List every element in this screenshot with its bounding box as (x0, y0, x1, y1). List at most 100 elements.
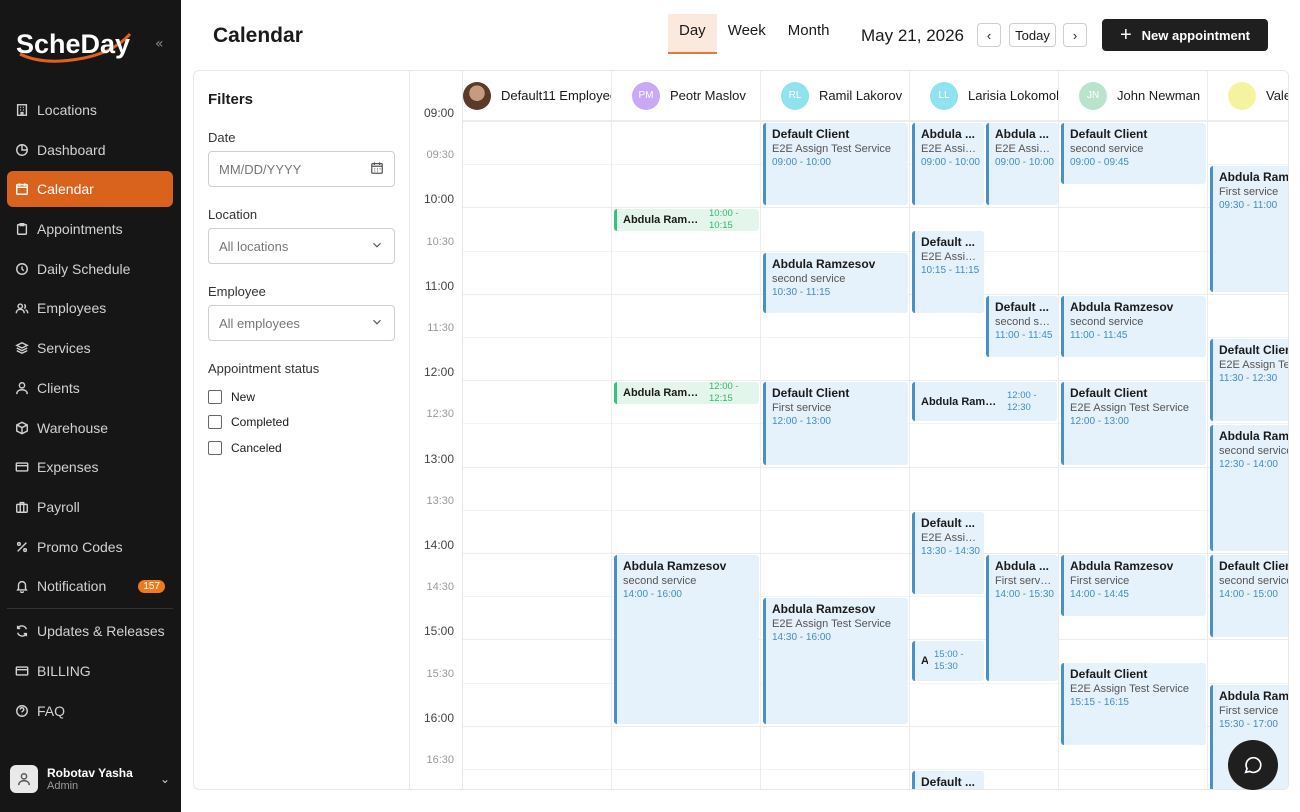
appointment-service: second service (1219, 445, 1289, 458)
tab-month[interactable]: Month (777, 14, 841, 54)
sidebar-item-expenses[interactable]: Expenses (7, 449, 173, 485)
appointment-service: E2E Assig... (921, 143, 978, 155)
appointment-card[interactable]: Abdula Ramzesov second service 10:30 - 11:… (763, 252, 908, 314)
user-menu[interactable]: Robotav Yasha Admin ⌄ (10, 762, 170, 796)
sidebar-item-faq[interactable]: FAQ (7, 693, 173, 729)
grid-line (1208, 639, 1288, 641)
grid-line (761, 466, 909, 468)
sidebar-item-notification[interactable]: Notification 157 (7, 568, 173, 604)
sidebar-item-calendar[interactable]: Calendar (7, 171, 173, 208)
grid-line (463, 250, 611, 252)
appointment-card[interactable]: Abdula Ramzesov second service 14:00 - 16:… (614, 555, 759, 724)
status-completed-checkbox[interactable]: Completed (208, 410, 395, 436)
appointment-client: Abdula ... (921, 127, 975, 141)
appointment-client: Default ... (921, 235, 976, 249)
employee-header[interactable]: JN John Newman (1059, 71, 1207, 121)
employee-value: All employees (219, 315, 300, 331)
employee-header[interactable]: RL Ramil Lakorov (761, 71, 909, 121)
sidebar-item-locations[interactable]: Locations (7, 92, 173, 128)
appointment-card[interactable]: Default ... second se... 11:00 - 11:45 (986, 295, 1058, 357)
appointment-card[interactable]: Abd... 15:00 - 15:30 (912, 641, 984, 681)
appointment-card[interactable]: Default Client E2E Assign Test Service 09:… (763, 123, 908, 206)
sidebar-item-billing[interactable]: BILLING (7, 653, 173, 689)
sidebar-item-services[interactable]: Services (7, 330, 173, 366)
grid-line (612, 164, 760, 166)
appointment-card[interactable]: Default Clien second service 14:00 - 15:00 (1210, 555, 1289, 638)
briefcase-icon (15, 500, 29, 514)
appointment-card[interactable]: Default Client E2E Assign Test Service 12:… (1061, 382, 1206, 465)
appointment-card[interactable]: Default Client second service 09:00 - 09:4… (1061, 123, 1206, 184)
date-filter-input[interactable]: MM/DD/YYYY (208, 151, 395, 187)
appointment-client: Default Clien (1219, 559, 1289, 573)
appointment-card[interactable]: Abdula Ramze... 10:00 - 10:15 (614, 209, 759, 232)
checkbox[interactable] (208, 415, 222, 430)
appointment-card[interactable]: Abdula Ramzesov second service 11:00 - 11:… (1061, 295, 1206, 357)
sidebar-item-updates-releases[interactable]: Updates & Releases (7, 613, 173, 649)
employee-header[interactable]: Valerii (1208, 71, 1288, 121)
chat-button[interactable] (1228, 740, 1278, 790)
employee-column[interactable]: Valerii Abdula RamzFirst service09:30 - 1… (1208, 71, 1289, 789)
chevron-down-icon[interactable]: ⌄ (160, 772, 170, 786)
appointment-time: 12:30 - 14:00 (1219, 459, 1278, 471)
appointment-time: 15:15 - 16:15 (1070, 697, 1129, 708)
grid-line (1059, 769, 1207, 770)
appointment-card[interactable]: Default ...second se...16:30 - 17:00 (912, 771, 984, 789)
chevron-right-icon: › (1072, 27, 1078, 43)
appointment-card[interactable]: Default ... E2E Assig... 13:30 - 14:30 (912, 511, 984, 595)
employee-header[interactable]: PM Peotr Maslov (612, 71, 760, 121)
location-select[interactable]: All locations (208, 228, 395, 264)
sidebar-item-daily-schedule[interactable]: Daily Schedule (7, 251, 173, 287)
tab-week[interactable]: Week (717, 14, 777, 54)
grid-line (612, 250, 760, 252)
next-day-button[interactable]: › (1063, 23, 1087, 47)
status-new-checkbox[interactable]: New (208, 384, 395, 410)
employee-column[interactable]: Default11 Employee (463, 71, 612, 789)
appointment-card[interactable]: Abdula ... First service 14:00 - 15:30 (986, 555, 1058, 681)
new-appointment-button[interactable]: + New appointment (1102, 19, 1268, 51)
filters-panel: Filters Date MM/DD/YYYY Location All loc… (194, 71, 410, 789)
prev-day-button[interactable]: ‹ (977, 23, 1001, 47)
sidebar: ScheDay « Locations Dashboard Calendar Appo… (0, 0, 181, 812)
today-button[interactable]: Today (1009, 23, 1056, 47)
tab-day[interactable]: Day (668, 14, 717, 54)
appointment-service: second se... (995, 315, 1052, 328)
employee-header[interactable]: LL Larisia Lokomola (910, 71, 1058, 121)
appointment-client: Default ... (921, 515, 976, 530)
appointment-card[interactable]: Default Clien E2E Assign Tes 11:30 - 12:30 (1210, 339, 1288, 422)
grid-line (761, 769, 909, 770)
employee-column[interactable]: JN John Newman Default Client second servic… (1059, 71, 1208, 789)
sidebar-item-promo-codes[interactable]: Promo Codes (7, 529, 173, 565)
appointment-card[interactable]: Abdula ... E2E Assig... 09:00 - 10:00 (912, 123, 984, 206)
sidebar-item-dashboard[interactable]: Dashboard (7, 132, 173, 168)
collapse-sidebar-icon[interactable]: « (155, 36, 164, 52)
appointment-card[interactable]: Default Client E2E Assign Test Service 15:… (1061, 663, 1206, 746)
employee-column[interactable]: PM Peotr Maslov Abdula Ramze... 10:00 - 10:… (612, 71, 761, 789)
appointment-card[interactable]: Default ... E2E Assig... 10:15 - 11:15 (912, 231, 984, 314)
appointment-card[interactable]: Abdula Ramzesov E2E Assign Test Service 14… (763, 598, 908, 724)
sidebar-item-warehouse[interactable]: Warehouse (7, 410, 173, 446)
employee-column[interactable]: RL Ramil Lakorov Default Client E2E Assign … (761, 71, 910, 789)
appointment-card[interactable]: Abdula Ramzesov First service 14:00 - 14:4… (1061, 555, 1206, 616)
appointment-card[interactable]: Default Client First service 12:00 - 13:00 (763, 382, 908, 465)
employee-column[interactable]: LL Larisia Lokomola Abdula ... E2E Assig...… (910, 71, 1059, 789)
employee-avatar: JN (1079, 81, 1107, 110)
sidebar-item-appointments[interactable]: Appointments (7, 211, 173, 247)
calendar-icon[interactable] (370, 161, 384, 178)
sidebar-item-clients[interactable]: Clients (7, 370, 173, 406)
employee-header[interactable]: Default11 Employee (463, 71, 611, 121)
appointment-card[interactable]: Abdula Ramz First service 09:30 - 11:00 (1210, 166, 1288, 292)
status-canceled-checkbox[interactable]: Canceled (208, 435, 395, 461)
appointment-time: 14:00 - 14:45 (1070, 589, 1129, 600)
checkbox[interactable] (208, 389, 222, 404)
appointment-client: Abdula Ramz (1219, 429, 1289, 444)
scheday-logo[interactable]: ScheDay (14, 22, 134, 66)
appointment-card[interactable]: Abdula Ramze... 12:00 - 12:30 (912, 382, 1057, 422)
appointment-card[interactable]: Abdula Ramz second service 12:30 - 14:00 (1210, 425, 1289, 551)
sidebar-item-employees[interactable]: Employees (7, 290, 173, 326)
grid-line (1059, 121, 1207, 122)
appointment-card[interactable]: Abdula ... E2E Assig... 09:00 - 10:00 (986, 123, 1058, 206)
sidebar-item-payroll[interactable]: Payroll (7, 489, 173, 525)
employee-select[interactable]: All employees (208, 305, 395, 341)
checkbox[interactable] (208, 440, 222, 455)
appointment-card[interactable]: Abdula Ramze... 12:00 - 12:15 (614, 382, 759, 405)
